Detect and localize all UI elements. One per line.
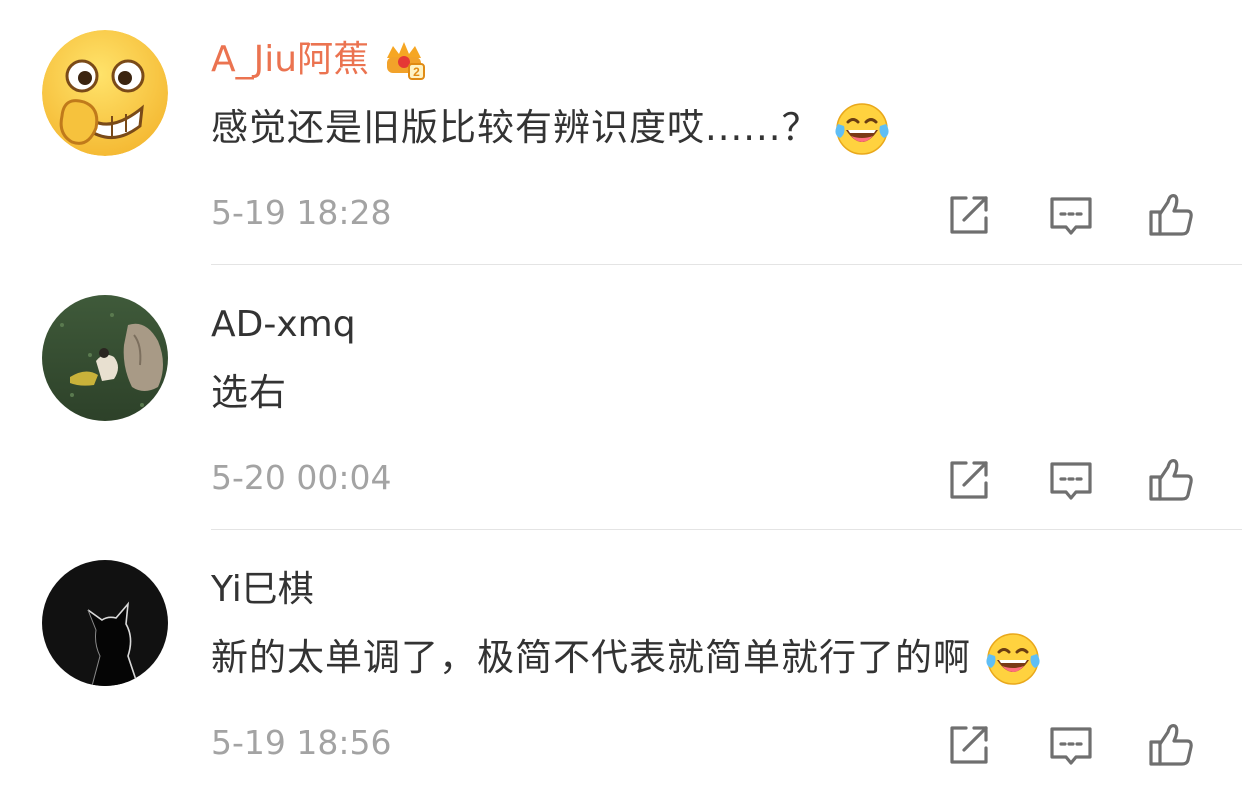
laugh-cry-emoji [834,100,890,156]
grin-face-emoji-avatar [42,30,168,156]
avatar[interactable] [42,560,168,686]
thumbs-up-icon[interactable] [1146,720,1196,770]
thumbs-up-icon[interactable] [1146,190,1196,240]
comment-text: 新的太单调了，极简不代表就简单就行了的啊 [211,636,971,679]
share-icon[interactable] [944,190,994,240]
comment-text: 选右 [211,371,287,414]
svg-text:2: 2 [413,65,420,79]
comment-icon[interactable] [1046,455,1096,505]
vip-crown-icon[interactable]: 2 [381,38,427,82]
laugh-cry-emoji [985,630,1041,686]
avatar[interactable] [42,295,168,421]
username[interactable]: A_Jiu阿蕉 [211,36,369,84]
avatar[interactable] [42,30,168,156]
comment-text: 感觉还是旧版比较有辨识度哎......？ [211,106,820,149]
grass-field-photo-avatar [42,295,168,421]
username[interactable]: Yi巳棋 [211,566,314,614]
comment-item: A_Jiu阿蕉 2 感觉还是旧版比较有辨识度哎......？ 5-19 18:2… [0,0,1242,265]
comment-icon[interactable] [1046,720,1096,770]
share-icon[interactable] [944,455,994,505]
username[interactable]: AD-xmq [211,301,356,349]
comment-icon[interactable] [1046,190,1096,240]
comment-item: AD-xmq 选右 5-20 00:04 [0,265,1242,530]
comment-item: Yi巳棋 新的太单调了，极简不代表就简单就行了的啊 5-19 18:56 [0,530,1242,795]
share-icon[interactable] [944,720,994,770]
cat-silhouette-avatar [42,560,168,686]
thumbs-up-icon[interactable] [1146,455,1196,505]
